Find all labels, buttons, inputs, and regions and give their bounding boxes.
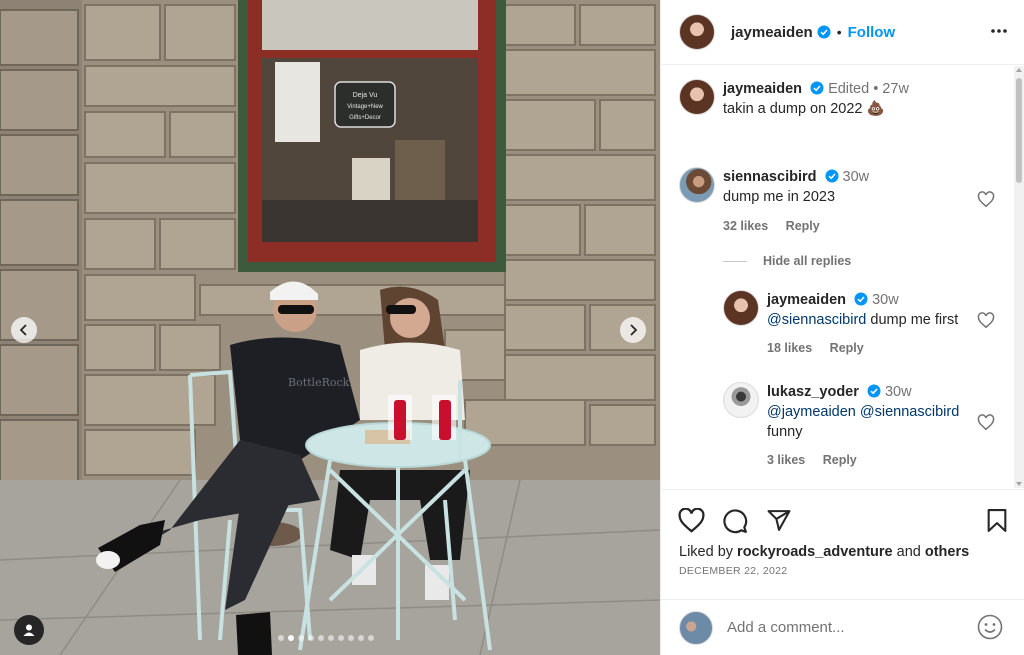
replies-divider bbox=[723, 260, 747, 262]
heart-icon[interactable] bbox=[678, 508, 705, 533]
svg-text:Gifts+Decor: Gifts+Decor bbox=[349, 115, 381, 121]
user-tags-button[interactable] bbox=[14, 615, 44, 645]
comment-text: dump me in 2023 bbox=[723, 189, 836, 205]
author-username[interactable]: jaymeaiden bbox=[731, 24, 813, 41]
carousel-dot bbox=[298, 635, 304, 641]
comment-item: siennascibird 30w dump me in 2023 bbox=[679, 167, 869, 207]
replier-username[interactable]: jaymeaiden bbox=[767, 292, 846, 308]
more-options-icon[interactable] bbox=[989, 21, 1009, 41]
header-separator: • bbox=[836, 24, 842, 40]
hide-replies-label: Hide all replies bbox=[763, 254, 852, 268]
comment-likes[interactable]: 32 likes bbox=[723, 219, 768, 233]
verified-badge-icon bbox=[817, 25, 831, 39]
liked-by-and: and bbox=[896, 544, 921, 560]
verified-badge-icon bbox=[854, 292, 868, 306]
add-comment-bar bbox=[661, 599, 1024, 655]
reply-time: 30w bbox=[872, 292, 899, 308]
carousel-dot bbox=[318, 635, 324, 641]
liked-by-prefix: Liked by bbox=[679, 544, 734, 560]
reply-item: lukasz_yoder 30w @jaymeaiden @siennascib… bbox=[723, 382, 959, 442]
reply-likes[interactable]: 18 likes bbox=[767, 341, 812, 355]
reply-likes[interactable]: 3 likes bbox=[767, 453, 805, 467]
like-comment-heart-icon[interactable] bbox=[977, 312, 995, 329]
caption-username[interactable]: jaymeaiden bbox=[723, 81, 802, 97]
comment-actions: 32 likes Reply bbox=[723, 219, 820, 233]
scroll-down-arrow[interactable] bbox=[1016, 482, 1022, 486]
sweatshirt-text: BottleRock bbox=[288, 376, 350, 389]
post-caption: jaymeaiden Edited • 27w takin a dump on … bbox=[679, 79, 909, 119]
reply-actions: 3 likes Reply bbox=[767, 453, 857, 467]
post-header: jaymeaiden • Follow bbox=[661, 0, 1024, 65]
current-user-avatar bbox=[679, 610, 713, 645]
liked-by-user[interactable]: rockyroads_adventure bbox=[737, 544, 893, 560]
carousel-dot bbox=[278, 635, 284, 641]
share-icon[interactable] bbox=[766, 508, 792, 533]
reply-button[interactable]: Reply bbox=[786, 219, 820, 233]
reply-mention[interactable]: @siennascibird bbox=[767, 312, 866, 328]
post-action-bar: Liked by rockyroads_adventure and others… bbox=[661, 489, 1024, 609]
reply-item: jaymeaiden 30w @siennascibird dump me fi… bbox=[723, 290, 958, 330]
caption-avatar[interactable] bbox=[679, 79, 715, 115]
carousel-dot bbox=[358, 635, 364, 641]
carousel-dot bbox=[328, 635, 334, 641]
carousel-indicator bbox=[278, 635, 374, 641]
like-comment-heart-icon[interactable] bbox=[977, 191, 995, 208]
reply-button[interactable]: Reply bbox=[830, 341, 864, 355]
user-tag-icon bbox=[23, 624, 35, 636]
verified-badge-icon bbox=[867, 384, 881, 398]
commenter-username[interactable]: siennascibird bbox=[723, 169, 816, 185]
verified-badge-icon bbox=[825, 169, 839, 183]
reply-mention[interactable]: @jaymeaiden bbox=[767, 404, 856, 420]
comment-time: 30w bbox=[842, 169, 870, 185]
carousel-dot bbox=[368, 635, 374, 641]
post-sidebar: jaymeaiden • Follow jaymeaiden Edited • … bbox=[660, 0, 1024, 655]
comment-icon[interactable] bbox=[722, 508, 748, 534]
reply-actions: 18 likes Reply bbox=[767, 341, 864, 355]
carousel-dot bbox=[288, 635, 294, 641]
carousel-dot bbox=[348, 635, 354, 641]
emoji-icon[interactable] bbox=[977, 614, 1003, 640]
post-date[interactable]: DECEMBER 22, 2022 bbox=[679, 565, 787, 577]
chevron-left-icon bbox=[19, 324, 27, 336]
reply-text: dump me first bbox=[870, 312, 959, 328]
replier-avatar[interactable] bbox=[723, 382, 759, 418]
author-avatar[interactable] bbox=[679, 14, 715, 50]
carousel-dot bbox=[308, 635, 314, 641]
carousel-prev-button[interactable] bbox=[11, 317, 37, 343]
caption-meta: Edited • 27w bbox=[828, 81, 909, 97]
carousel-next-button[interactable] bbox=[620, 317, 646, 343]
scroll-thumb[interactable] bbox=[1016, 78, 1022, 183]
commenter-avatar[interactable] bbox=[679, 167, 715, 203]
scroll-up-arrow[interactable] bbox=[1016, 68, 1022, 72]
reply-button[interactable]: Reply bbox=[823, 453, 857, 467]
reply-mention[interactable]: @siennascibird bbox=[860, 404, 959, 420]
post-photo: Deja Vu Vintage+New Gifts+Decor BottleRo… bbox=[0, 0, 660, 655]
follow-button[interactable]: Follow bbox=[848, 24, 896, 41]
like-comment-heart-icon[interactable] bbox=[977, 414, 995, 431]
replier-avatar[interactable] bbox=[723, 290, 759, 326]
svg-text:Deja Vu: Deja Vu bbox=[353, 92, 378, 99]
bookmark-icon[interactable] bbox=[986, 508, 1008, 533]
caption-text: takin a dump on 2022 💩 bbox=[723, 101, 885, 117]
comments-list[interactable]: jaymeaiden Edited • 27w takin a dump on … bbox=[661, 66, 1013, 488]
carousel-dot bbox=[338, 635, 344, 641]
svg-text:Vintage+New: Vintage+New bbox=[347, 104, 383, 110]
reply-time: 30w bbox=[884, 384, 912, 400]
add-comment-input[interactable] bbox=[727, 619, 967, 636]
chevron-right-icon bbox=[630, 324, 638, 336]
post-media[interactable]: Deja Vu Vintage+New Gifts+Decor BottleRo… bbox=[0, 0, 660, 655]
replier-username[interactable]: lukasz_yoder bbox=[767, 384, 859, 400]
liked-by-text: Liked by rockyroads_adventure and others bbox=[679, 544, 969, 560]
comments-scrollbar[interactable] bbox=[1014, 66, 1024, 488]
liked-by-others[interactable]: others bbox=[925, 544, 969, 560]
hide-replies-button[interactable]: Hide all replies bbox=[723, 254, 851, 268]
verified-badge-icon bbox=[810, 81, 824, 95]
reply-text: funny bbox=[767, 424, 803, 440]
